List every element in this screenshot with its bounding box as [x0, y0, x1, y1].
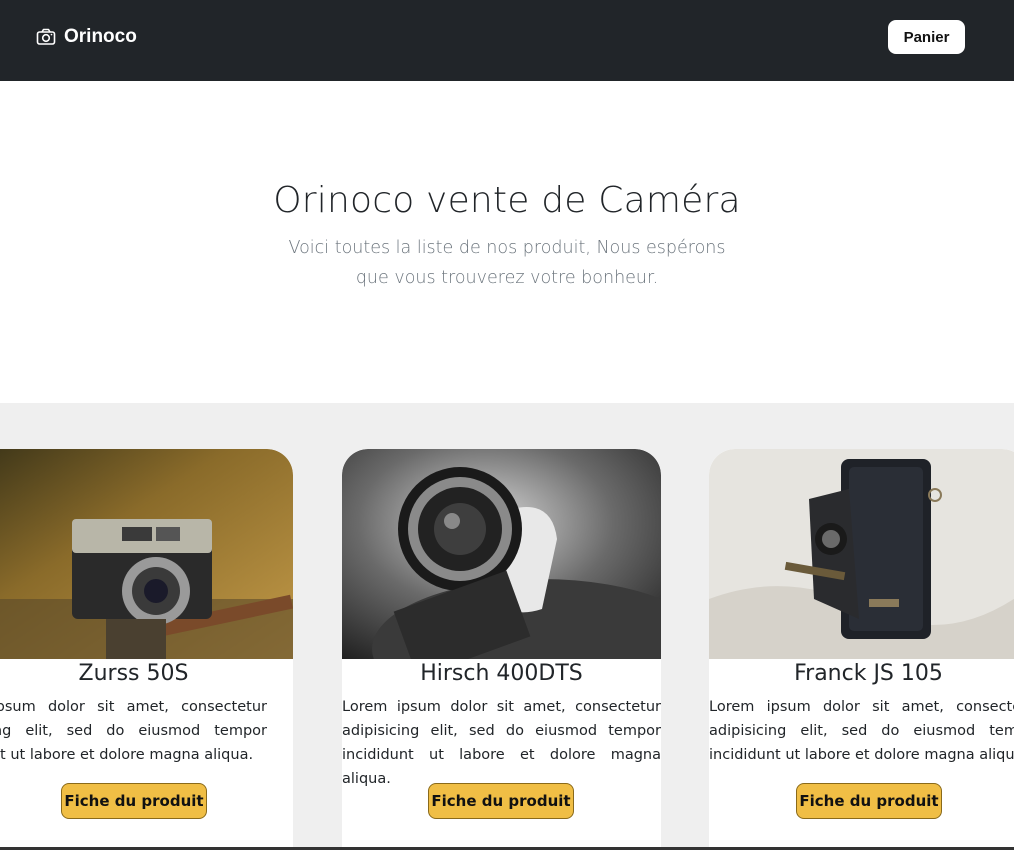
product-description: Lorem ipsum dolor sit amet, consectetur …: [709, 699, 1014, 763]
product-detail-button[interactable]: Fiche du produit: [61, 783, 207, 819]
page-title: Orinoco vente de Caméra: [273, 180, 741, 221]
product-list: Zurss 50S Lorem ipsum dolor sit amet, co…: [0, 403, 1014, 850]
product-name: Franck JS 105: [794, 661, 943, 686]
product-description: Lorem ipsum dolor sit amet, consectetur …: [342, 699, 661, 787]
product-detail-button[interactable]: Fiche du produit: [796, 783, 942, 819]
cart-button[interactable]: Panier: [888, 20, 965, 54]
hero-section: Orinoco vente de Caméra Voici toutes la …: [0, 81, 1014, 403]
product-image[interactable]: [0, 449, 293, 659]
product-image[interactable]: [342, 449, 661, 659]
product-card: Hirsch 400DTS Lorem ipsum dolor sit amet…: [342, 449, 661, 849]
product-name: Hirsch 400DTS: [420, 661, 583, 686]
navbar: Orinoco Panier: [0, 0, 1014, 81]
product-image[interactable]: [709, 449, 1014, 659]
brand-name: Orinoco: [64, 26, 137, 47]
camera-icon: [36, 27, 56, 47]
product-name: Zurss 50S: [78, 661, 189, 686]
product-description: Lorem ipsum dolor sit amet, consectetur …: [0, 699, 267, 763]
brand-link[interactable]: Orinoco: [36, 26, 137, 48]
page-subtitle: Voici toutes la liste de nos produit, No…: [288, 238, 726, 288]
product-card: Franck JS 105 Lorem ipsum dolor sit amet…: [709, 449, 1014, 849]
product-detail-button[interactable]: Fiche du produit: [428, 783, 574, 819]
product-card: Zurss 50S Lorem ipsum dolor sit amet, co…: [0, 449, 293, 849]
